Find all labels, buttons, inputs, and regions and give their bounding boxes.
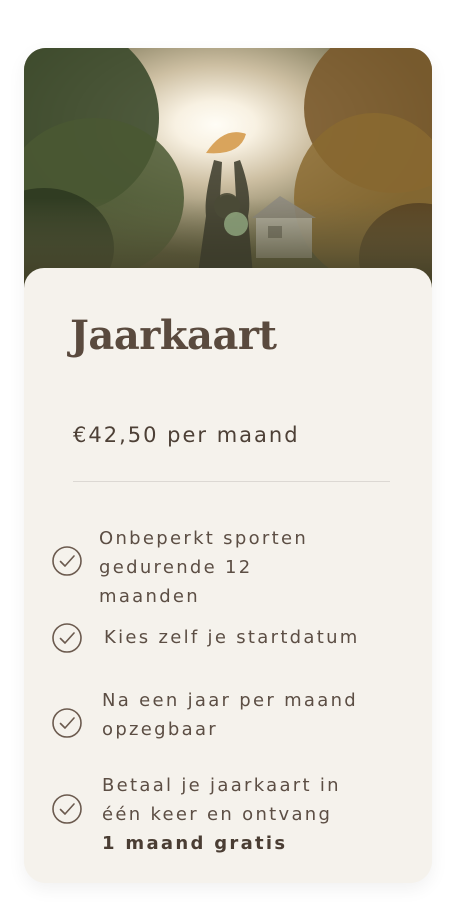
feature-text-line: Kies zelf je startdatum — [104, 627, 360, 648]
feature-highlight: 1 maand gratis — [102, 833, 288, 854]
feature-text-line: Betaal je jaarkaart in — [102, 775, 341, 796]
check-circle-icon — [52, 794, 82, 824]
divider — [73, 481, 390, 482]
feature-text-line: Onbeperkt sporten — [99, 528, 309, 549]
pricing-card[interactable]: Jaarkaart €42,50 per maand Onbeperkt spo… — [24, 48, 432, 883]
plan-price: €42,50 per maand — [73, 423, 300, 447]
feature-text-line: één keer en ontvang — [102, 804, 333, 825]
check-circle-icon — [52, 623, 82, 653]
hero-image — [24, 48, 432, 288]
feature-text-line: maanden — [99, 586, 201, 607]
feature-text-line: opzegbaar — [102, 719, 218, 740]
check-circle-icon — [52, 708, 82, 738]
feature-text-line: gedurende 12 — [99, 557, 253, 578]
plan-title: Jaarkaart — [70, 312, 277, 359]
card-content: Jaarkaart €42,50 per maand Onbeperkt spo… — [24, 268, 432, 883]
check-circle-icon — [52, 546, 82, 576]
feature-text-line: Na een jaar per maand — [102, 690, 359, 711]
